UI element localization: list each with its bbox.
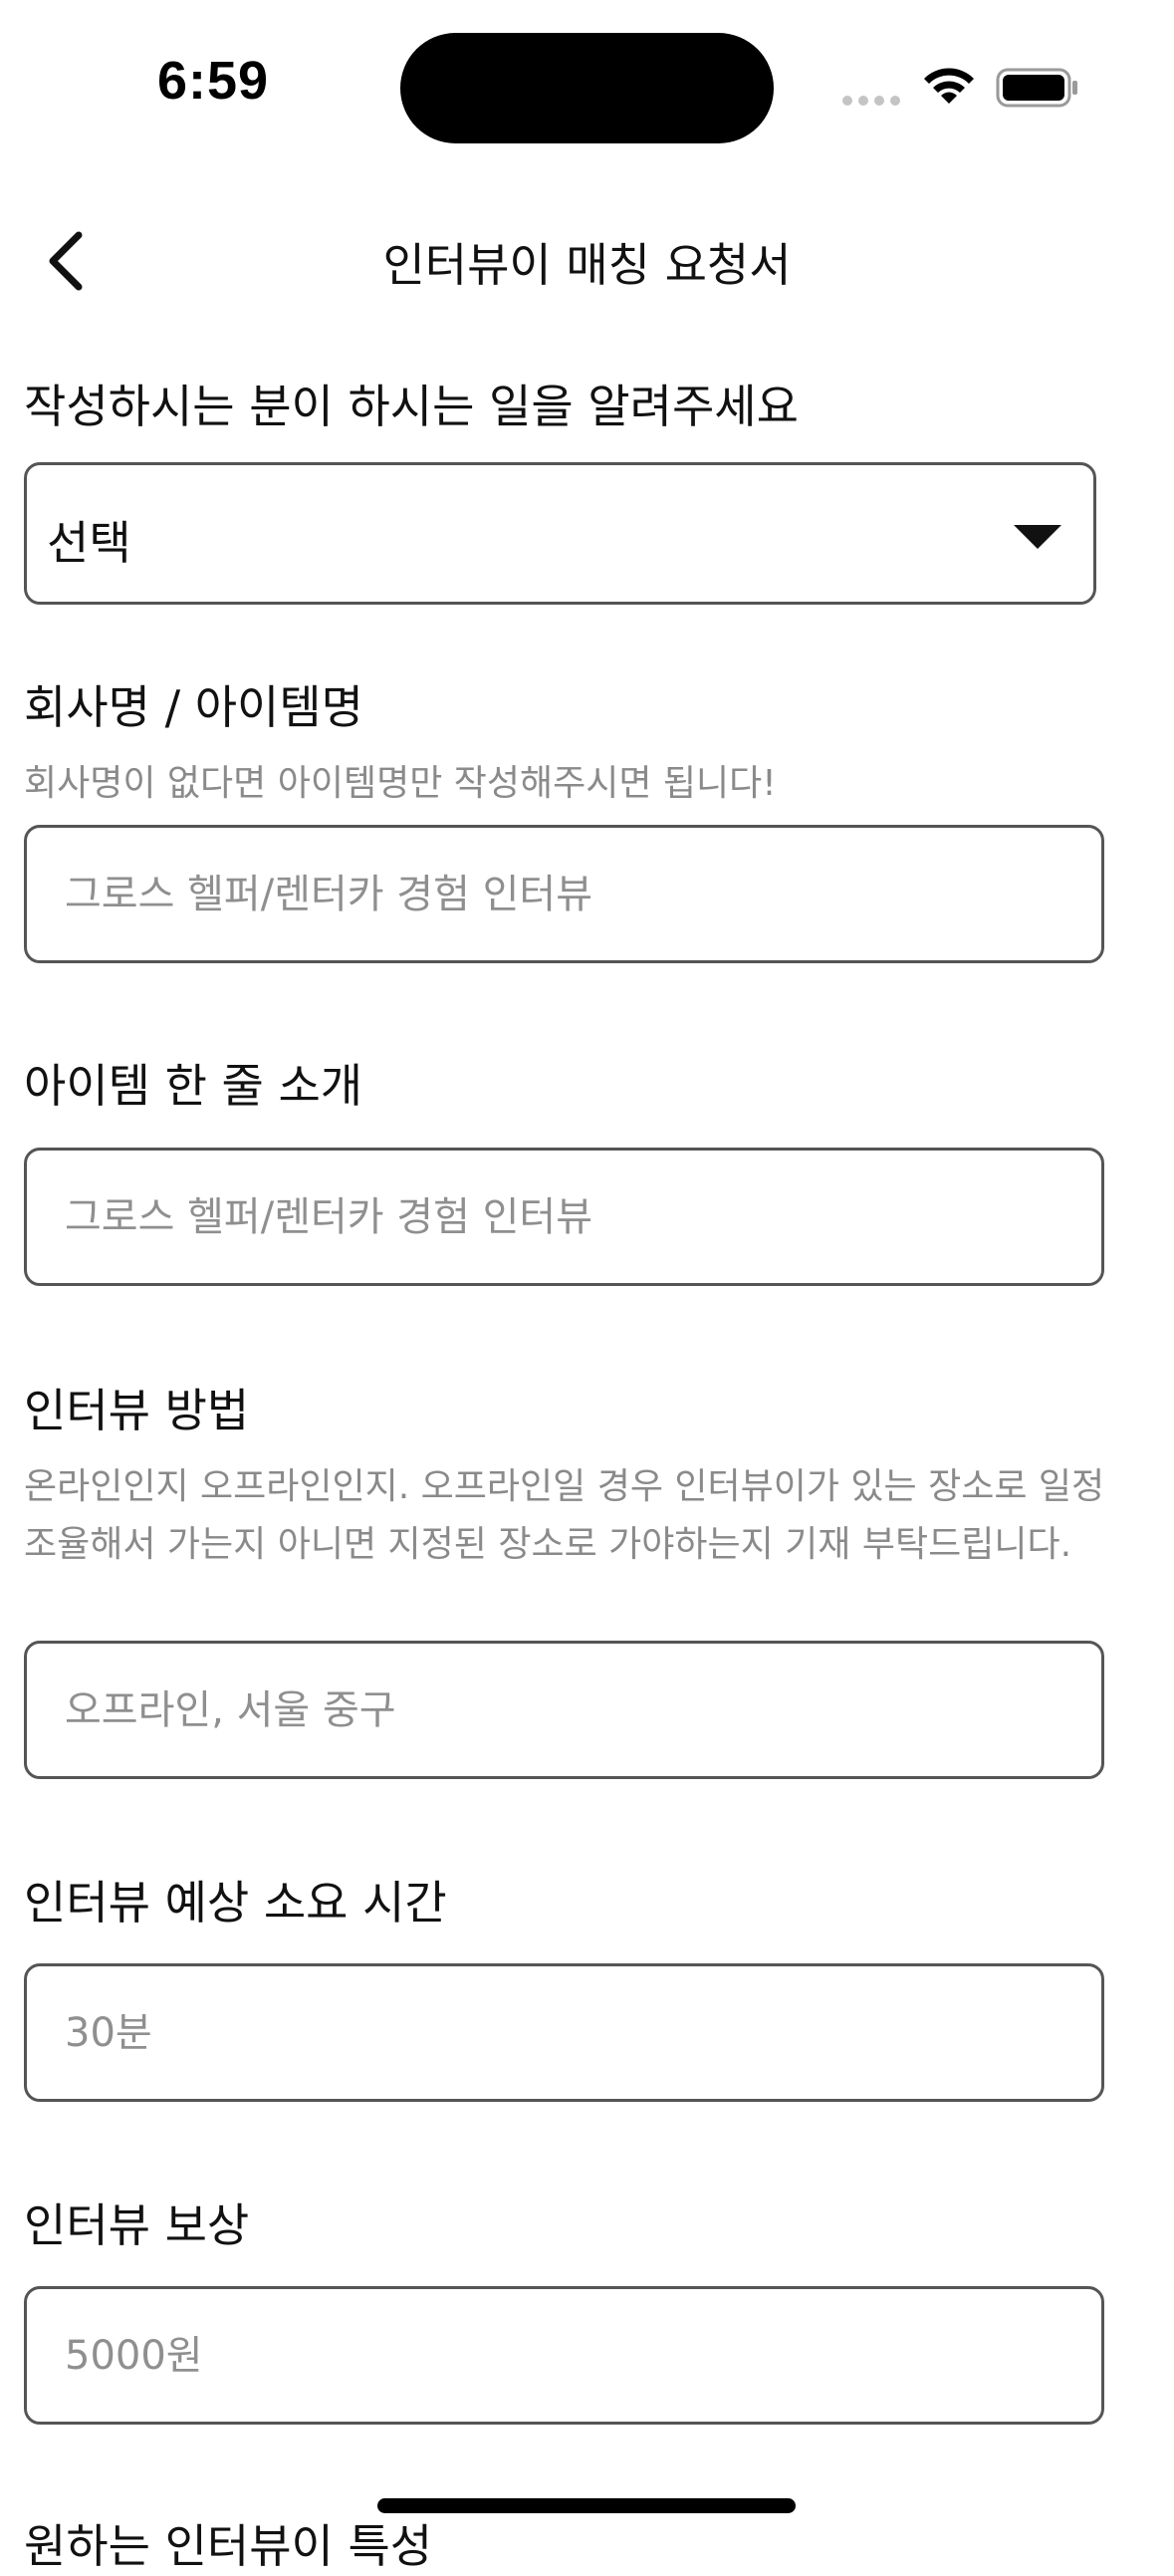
intro-field[interactable]	[24, 1148, 1104, 1286]
dynamic-island	[400, 33, 774, 143]
cellular-signal-icon	[842, 96, 900, 106]
status-time: 6:59	[157, 51, 270, 111]
battery-icon	[996, 68, 1077, 108]
home-indicator[interactable]	[377, 2498, 796, 2513]
method-field[interactable]	[24, 1641, 1104, 1779]
page-title: 인터뷰이 매칭 요청서	[382, 238, 792, 292]
duration-field[interactable]	[24, 1963, 1104, 2102]
role-select-value: 선택	[47, 516, 131, 570]
company-label: 회사명 / 아이템명	[24, 680, 363, 734]
wifi-icon	[924, 68, 974, 104]
method-label: 인터뷰 방법	[24, 1384, 250, 1437]
role-select[interactable]: 선택	[24, 462, 1096, 605]
reward-input[interactable]	[27, 2289, 1101, 2422]
company-field[interactable]	[24, 825, 1104, 963]
reward-label: 인터뷰 보상	[24, 2198, 250, 2252]
method-input[interactable]	[27, 1644, 1101, 1776]
role-label: 작성하시는 분이 하시는 일을 알려주세요	[24, 380, 799, 433]
duration-input[interactable]	[27, 1966, 1101, 2099]
traits-label: 원하는 인터뷰이 특성	[24, 2519, 433, 2573]
method-hint: 온라인인지 오프라인인지. 오프라인일 경우 인터뷰이가 있는 장소로 일정 조…	[24, 1466, 1105, 1565]
reward-field[interactable]	[24, 2286, 1104, 2425]
duration-label: 인터뷰 예상 소요 시간	[24, 1876, 447, 1930]
company-hint: 회사명이 없다면 아이템명만 작성해주시면 됩니다!	[24, 763, 777, 804]
intro-input[interactable]	[27, 1151, 1101, 1283]
dropdown-arrow-icon	[1014, 525, 1061, 549]
company-input[interactable]	[27, 828, 1101, 960]
intro-label: 아이템 한 줄 소개	[24, 1059, 363, 1113]
